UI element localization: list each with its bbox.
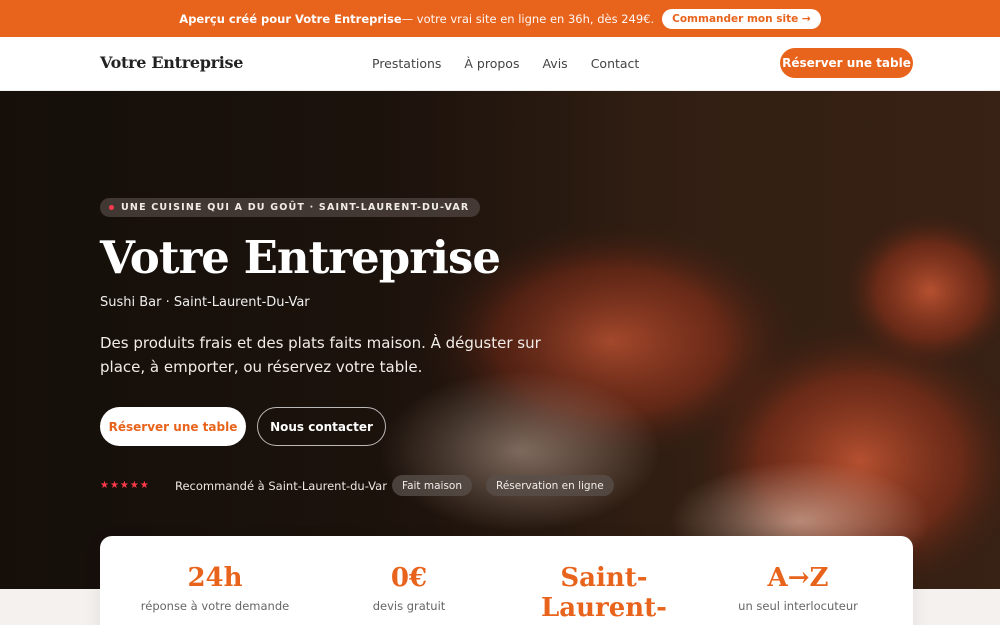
stats-card: 24h réponse à votre demande 0€ devis gra… [100,536,913,625]
stat-contact: A→Z un seul interlocuteur [698,563,898,613]
stat-location: Saint-Laurent-du- [504,563,704,625]
nav-link-contact[interactable]: Contact [591,56,640,71]
order-site-button[interactable]: Commander mon site → [662,8,821,29]
promo-text: — votre vrai site en ligne en 36h, dès 2… [401,11,655,26]
stat-value: 24h [187,563,243,593]
hero-subtitle: Sushi Bar · Saint-Laurent-Du-Var [100,295,310,310]
hero-title: Votre Entreprise [100,231,501,284]
top-nav: Votre Entreprise Prestations À propos Av… [0,37,1000,91]
hero-tagline-badge: UNE CUISINE QUI A DU GOÛT · SAINT-LAUREN… [100,198,481,217]
hero-tagline: UNE CUISINE QUI A DU GOÛT · SAINT-LAUREN… [121,202,470,213]
stat-value: Saint-Laurent-du- [541,563,667,625]
stat-value: 0€ [390,563,428,593]
nav-link-avis[interactable]: Avis [542,56,567,71]
pill-reservation: Réservation en ligne [486,475,614,496]
nav-links: Prestations À propos Avis Contact [372,56,662,71]
pill-fait-maison: Fait maison [392,475,473,496]
hero-description: Des produits frais et des plats faits ma… [100,334,541,376]
stat-label: réponse à votre demande [140,599,290,613]
stat-label: devis gratuit [372,599,446,613]
reserve-table-button[interactable]: Réserver une table [100,407,246,446]
stat-quote: 0€ devis gratuit [309,563,509,613]
stat-response: 24h réponse à votre demande [115,563,315,613]
nav-link-prestations[interactable]: Prestations [372,56,441,71]
brand-logo[interactable]: Votre Entreprise [100,53,243,72]
stat-label: un seul interlocuteur [738,599,858,613]
promo-bar: Aperçu créé pour Votre Entreprise — votr… [0,0,1000,37]
promo-headline: Aperçu créé pour Votre Entreprise [179,11,402,26]
recommendation-text: Recommandé à Saint-Laurent-du-Var [175,479,387,493]
contact-button[interactable]: Nous contacter [257,407,386,446]
hero-section: UNE CUISINE QUI A DU GOÛT · SAINT-LAUREN… [0,91,1000,589]
rating-stars-icon: ★★★★★ [100,480,150,491]
stat-value: A→Z [767,563,829,593]
badge-dot-icon [109,205,114,210]
nav-link-a-propos[interactable]: À propos [464,56,519,71]
nav-reserve-button[interactable]: Réserver une table [780,48,913,78]
